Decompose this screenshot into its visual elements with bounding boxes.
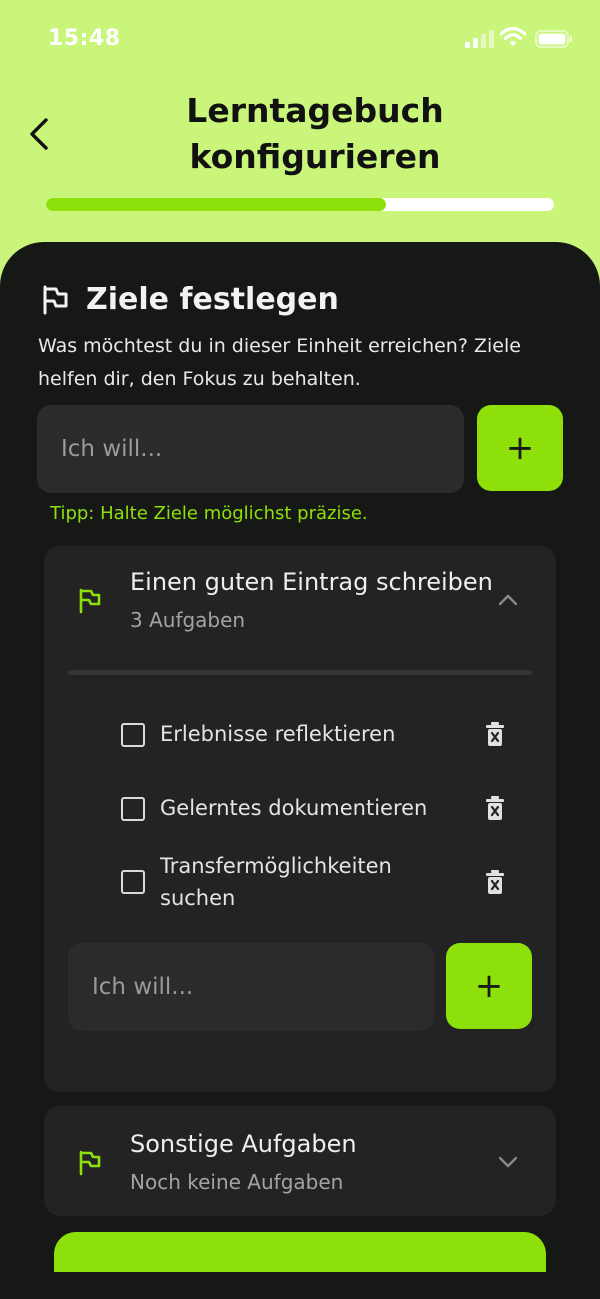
battery-icon — [535, 30, 572, 48]
goal-card[interactable] — [44, 1106, 556, 1216]
chevron-up-icon[interactable] — [497, 593, 519, 607]
continue-button[interactable] — [54, 1232, 546, 1272]
status-time: 15:48 — [48, 26, 121, 51]
progress-bar — [46, 198, 554, 211]
goal-flag-icon — [79, 1150, 101, 1176]
task-label: Transfermöglichkeiten suchen — [160, 854, 392, 910]
add-task-button[interactable]: + — [446, 943, 532, 1029]
task-checkbox[interactable] — [121, 797, 145, 821]
flag-icon — [43, 285, 68, 315]
back-chevron-icon[interactable] — [26, 114, 52, 154]
add-goal-button[interactable]: + — [477, 405, 563, 491]
chevron-down-icon[interactable] — [497, 1155, 519, 1169]
section-title: Ziele festlegen — [86, 282, 339, 317]
task-checkbox[interactable] — [121, 870, 145, 894]
goal-flag-icon — [79, 588, 101, 614]
trash-icon[interactable] — [485, 721, 505, 747]
progress-bar-fill — [46, 198, 387, 211]
goal-task-count: Noch keine Aufgaben — [130, 1170, 344, 1194]
trash-icon[interactable] — [485, 795, 505, 821]
task-input[interactable] — [68, 943, 434, 1031]
trash-icon[interactable] — [485, 869, 505, 895]
wifi-icon — [500, 26, 526, 46]
goal-divider — [68, 670, 532, 675]
task-checkbox[interactable] — [121, 723, 145, 747]
goal-title[interactable]: Einen guten Eintrag schreiben — [130, 568, 493, 596]
cellular-signal-icon — [465, 30, 494, 48]
goal-title[interactable]: Sonstige Aufgaben — [130, 1130, 357, 1158]
status-bar: 15:48 — [0, 0, 600, 80]
goal-task-count: 3 Aufgaben — [130, 608, 246, 632]
task-label: Gelerntes dokumentieren — [160, 796, 428, 820]
tip-text: Tipp: Halte Ziele möglichst präzise. — [50, 503, 368, 524]
page-title: Lerntagebuch konfigurieren — [186, 91, 444, 176]
section-description: Was möchtest du in dieser Einheit erreic… — [38, 335, 521, 390]
goal-input[interactable] — [37, 405, 464, 493]
task-label: Erlebnisse reflektieren — [160, 722, 396, 746]
